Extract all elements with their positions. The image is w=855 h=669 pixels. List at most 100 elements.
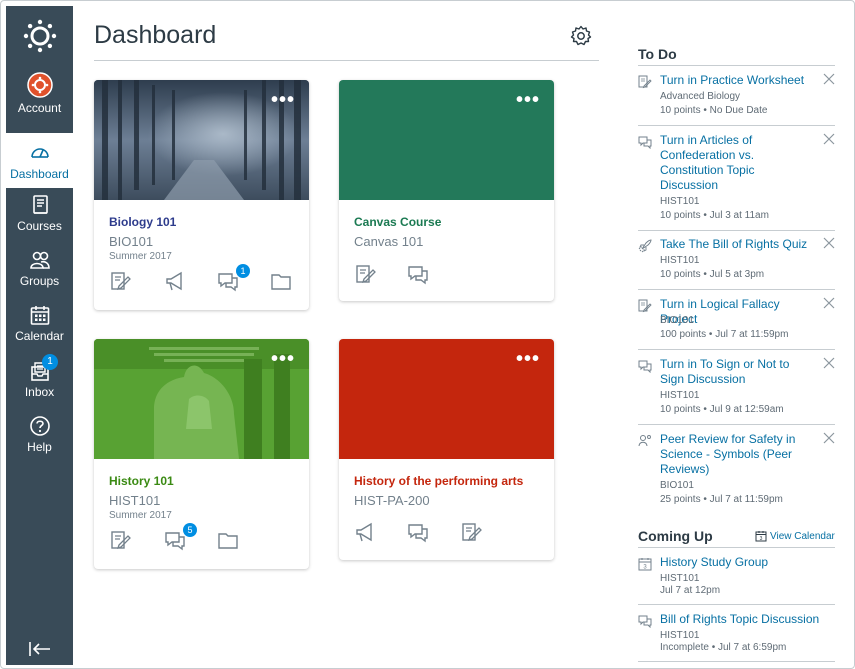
assignments-icon[interactable] <box>354 263 376 285</box>
canvas-logo-icon <box>23 19 56 53</box>
assignment-icon <box>638 75 652 89</box>
course-card-title[interactable]: Canvas Course <box>354 215 441 229</box>
nav-calendar[interactable]: Calendar <box>6 304 73 343</box>
coming-up-item: Bill of Rights Topic Discussion HIST101 … <box>638 612 835 656</box>
dismiss-close-icon[interactable] <box>823 297 835 309</box>
todo-item: Take The Bill of Rights Quiz HIST101 10 … <box>638 237 835 289</box>
peer-review-icon <box>638 435 651 447</box>
canvas-logo[interactable] <box>6 6 73 66</box>
view-calendar-label: View Calendar <box>770 531 835 542</box>
todo-item-course: HIST101 <box>660 196 700 207</box>
todo-item-meta: 10 points • No Due Date <box>660 105 768 116</box>
todo-divider <box>638 349 835 350</box>
todo-divider <box>638 230 835 231</box>
nav-inbox[interactable]: 1 Inbox <box>6 354 73 399</box>
card-options-icon[interactable]: ••• <box>516 90 540 110</box>
nav-account-label: Account <box>17 101 62 115</box>
todo-heading-divider <box>638 65 835 66</box>
todo-divider <box>638 424 835 425</box>
nav-groups[interactable]: Groups <box>6 249 73 288</box>
coming-up-item-course: HIST101 <box>660 573 700 584</box>
files-folder-icon[interactable] <box>270 270 292 292</box>
course-card-title[interactable]: History of the performing arts <box>354 474 523 488</box>
assignments-icon[interactable] <box>460 521 482 543</box>
courses-icon <box>32 195 48 214</box>
coming-up-item-link[interactable]: Bill of Rights Topic Discussion <box>660 612 835 627</box>
nav-courses[interactable]: Courses <box>6 194 73 233</box>
todo-item: Turn in To Sign or Not to Sign Discussio… <box>638 357 835 423</box>
discussions-icon[interactable] <box>407 263 429 285</box>
discussion-icon <box>638 360 652 373</box>
todo-item-course: HIST101 <box>660 390 700 401</box>
course-card-term: Summer 2017 <box>109 251 172 262</box>
card-options-icon[interactable]: ••• <box>271 349 295 369</box>
collapse-nav-icon[interactable] <box>28 641 52 657</box>
calendar-icon <box>30 306 49 325</box>
card-options-icon[interactable]: ••• <box>271 90 295 110</box>
coming-up-item-meta: Jul 7 at 12pm <box>660 585 721 596</box>
groups-icon <box>29 251 50 269</box>
page-title: Dashboard <box>94 21 217 49</box>
view-calendar-link[interactable]: 3 View Calendar <box>755 530 835 542</box>
todo-item-course: BIO101 <box>660 315 694 326</box>
course-card-biology-101[interactable]: ••• Biology 101 BIO101 Summer 2017 1 <box>94 80 309 310</box>
todo-item-meta: 25 points • Jul 7 at 11:59pm <box>660 494 783 505</box>
svg-text:3: 3 <box>760 536 763 542</box>
coming-up-heading: Coming Up <box>638 528 713 544</box>
coming-up-item-meta: Incomplete • Jul 7 at 6:59pm <box>660 642 787 653</box>
course-card-title[interactable]: History 101 <box>109 474 174 488</box>
card-options-icon[interactable]: ••• <box>516 349 540 369</box>
assignment-icon <box>638 299 652 313</box>
todo-item-link[interactable]: Turn in Practice Worksheet <box>660 73 810 88</box>
course-card-color-block: ••• <box>339 80 554 200</box>
coming-up-item-link[interactable]: History Study Group <box>660 555 810 570</box>
dismiss-close-icon[interactable] <box>823 357 835 369</box>
dismiss-close-icon[interactable] <box>823 432 835 444</box>
todo-divider <box>638 289 835 290</box>
todo-item-link[interactable]: Peer Review for Safety in Science - Symb… <box>660 432 810 477</box>
todo-item-link[interactable]: Turn in To Sign or Not to Sign Discussio… <box>660 357 810 387</box>
todo-item-meta: 10 points • Jul 5 at 3pm <box>660 269 765 280</box>
coming-up-heading-divider <box>638 547 835 548</box>
todo-item-meta: 10 points • Jul 9 at 12:59am <box>660 404 784 415</box>
title-divider <box>94 60 599 61</box>
discussion-icon <box>638 136 652 149</box>
nav-account[interactable]: Account <box>6 72 73 115</box>
course-card-image: ••• <box>94 80 309 200</box>
assignments-icon[interactable] <box>109 529 131 551</box>
nav-inbox-label: Inbox <box>24 385 55 399</box>
course-card-history-101[interactable]: ••• History 101 HIST101 Summer 2017 5 <box>94 339 309 569</box>
files-folder-icon[interactable] <box>217 529 239 551</box>
course-card-history-performing-arts[interactable]: ••• History of the performing arts HIST-… <box>339 339 554 560</box>
course-card-canvas-course[interactable]: ••• Canvas Course Canvas 101 <box>339 80 554 301</box>
dismiss-close-icon[interactable] <box>823 133 835 145</box>
todo-item-meta: 10 points • Jul 3 at 11am <box>660 210 769 221</box>
inbox-unread-badge: 1 <box>42 354 58 370</box>
coming-up-divider <box>638 604 835 605</box>
nav-help[interactable]: Help <box>6 415 73 454</box>
global-navigation: Account Dashboard Courses Groups Calenda… <box>6 6 73 665</box>
discussions-unread-badge: 1 <box>236 264 250 278</box>
nav-dashboard[interactable]: Dashboard <box>6 133 73 188</box>
announcements-icon[interactable] <box>164 270 186 292</box>
todo-divider <box>638 125 835 126</box>
todo-item-course: HIST101 <box>660 255 700 266</box>
assignments-icon[interactable] <box>109 270 131 292</box>
dashboard-icon <box>30 148 49 158</box>
account-avatar-icon <box>26 72 53 98</box>
coming-up-item-course: HIST101 <box>660 630 700 641</box>
dashboard-options-gear-icon[interactable] <box>570 25 592 47</box>
dismiss-close-icon[interactable] <box>823 237 835 249</box>
nav-calendar-label: Calendar <box>15 329 64 343</box>
todo-item-link[interactable]: Turn in Articles of Confederation vs. Co… <box>660 133 810 193</box>
todo-item-meta: 100 points • Jul 7 at 11:59pm <box>660 329 789 340</box>
announcements-icon[interactable] <box>354 521 376 543</box>
nav-courses-label: Courses <box>17 219 62 233</box>
discussions-icon[interactable] <box>407 521 429 543</box>
discussions-unread-badge: 5 <box>183 523 197 537</box>
course-card-title[interactable]: Biology 101 <box>109 215 176 229</box>
coming-up-item: 3 History Study Group HIST101 Jul 7 at 1… <box>638 555 835 599</box>
dismiss-close-icon[interactable] <box>823 73 835 85</box>
todo-item-link[interactable]: Take The Bill of Rights Quiz <box>660 237 810 252</box>
course-card-code: HIST101 <box>109 493 161 508</box>
